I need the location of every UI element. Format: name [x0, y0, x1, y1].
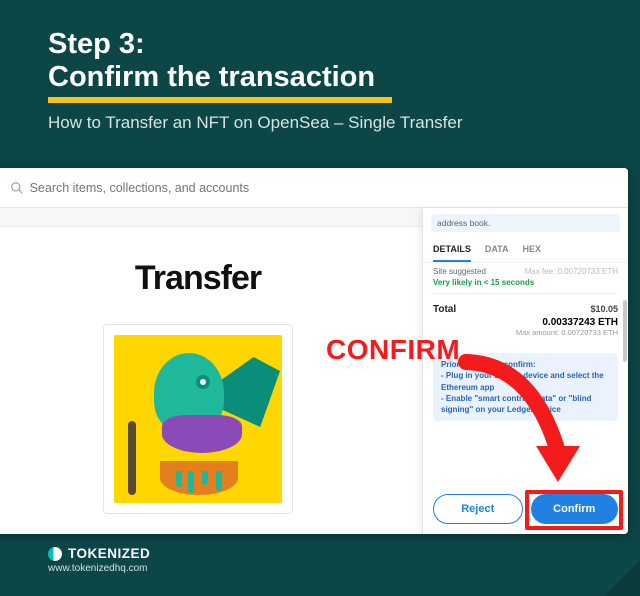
opensea-topbar: ea	[0, 168, 628, 208]
page-curl-icon	[604, 560, 640, 596]
title-underline	[48, 97, 392, 103]
brand-logo: TOKENIZED	[48, 546, 150, 561]
wallet-tabs: DETAILS DATA HEX	[423, 236, 628, 263]
tab-data[interactable]: DATA	[485, 240, 509, 262]
total-usd: $10.05	[590, 304, 618, 315]
step-title: Confirm the transaction	[48, 61, 375, 94]
reject-button[interactable]: Reject	[433, 494, 523, 524]
confirm-button[interactable]: Confirm	[531, 494, 619, 524]
brand-dot-icon	[48, 547, 62, 561]
annotation-confirm-label: CONFIRM	[326, 334, 460, 366]
total-label: Total	[433, 304, 456, 315]
transfer-panel: Transfer	[0, 226, 422, 534]
wallet-scrollbar[interactable]	[623, 300, 627, 362]
wallet-popup: address book. DETAILS DATA HEX Site sugg…	[422, 208, 628, 534]
tab-hex[interactable]: HEX	[523, 240, 542, 262]
search-icon	[10, 181, 24, 195]
step-number: Step 3:	[48, 28, 592, 61]
nft-card[interactable]	[103, 324, 293, 514]
search-wrap	[10, 181, 618, 195]
brand-url: www.tokenizedhq.com	[48, 563, 150, 574]
transfer-heading: Transfer	[135, 259, 261, 298]
search-input[interactable]	[30, 181, 618, 195]
tab-details[interactable]: DETAILS	[433, 240, 471, 262]
total-eth: 0.00337243 ETH	[423, 317, 628, 328]
ledger-instructions: Prior to clicking confirm: - Plug in you…	[433, 353, 618, 421]
brand-name: TOKENIZED	[68, 546, 150, 561]
site-suggested-label: Site suggested	[433, 267, 486, 276]
wallet-notice: address book.	[431, 214, 620, 232]
nft-image	[114, 335, 282, 503]
gas-estimate-text: Very likely in < 15 seconds	[423, 278, 628, 293]
howto-subtitle: How to Transfer an NFT on OpenSea – Sing…	[48, 113, 592, 133]
max-fee: Max fee: 0.00720733 ETH	[525, 267, 618, 276]
screenshot-container: ea Transfer	[0, 168, 628, 534]
